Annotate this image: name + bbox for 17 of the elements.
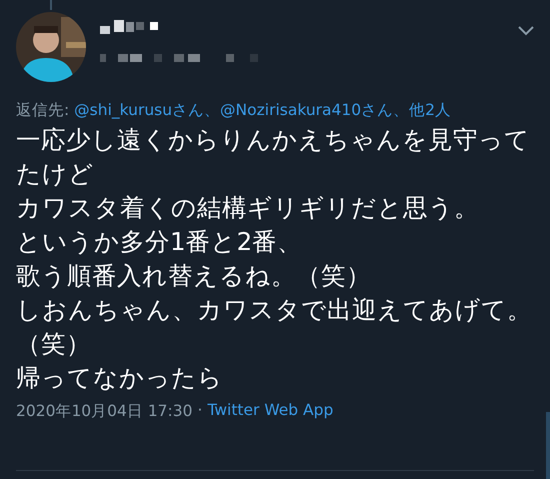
chevron-down-icon[interactable]: [518, 26, 534, 36]
tweet-text: というか多分1番と2番、: [16, 226, 302, 258]
user-link[interactable]: @shi_kurusuさん、: [74, 101, 220, 119]
source-link[interactable]: Twitter Web App: [207, 401, 334, 422]
user-link[interactable]: 他2人: [409, 101, 451, 119]
scrollbar[interactable]: [546, 412, 550, 479]
timestamp: 2020年10月04日 17:30: [16, 401, 192, 422]
tweet-text: たけど: [16, 158, 94, 190]
reply-to-text: 返信先: @shi_kurusuさん、@Nozirisakura410さん、他2人: [16, 100, 452, 121]
tweet-text: （笑）: [16, 328, 91, 360]
separator-dot: ·: [198, 401, 202, 421]
tweet-text: 一応少し遠くからりんかえちゃんを見守って: [16, 124, 530, 156]
tweet-text: しおんちゃん、カワスタで出迎えてあげて。: [16, 294, 532, 326]
tweet-text: カワスタ着くの結構ギリギリだと思う。: [16, 192, 479, 224]
tweet-text: 帰ってなかったら: [16, 362, 223, 394]
tweet-text: 歌う順番入れ替えるね。（笑）: [16, 260, 371, 292]
user-link[interactable]: @Nozirisakura410さん、: [220, 101, 410, 119]
